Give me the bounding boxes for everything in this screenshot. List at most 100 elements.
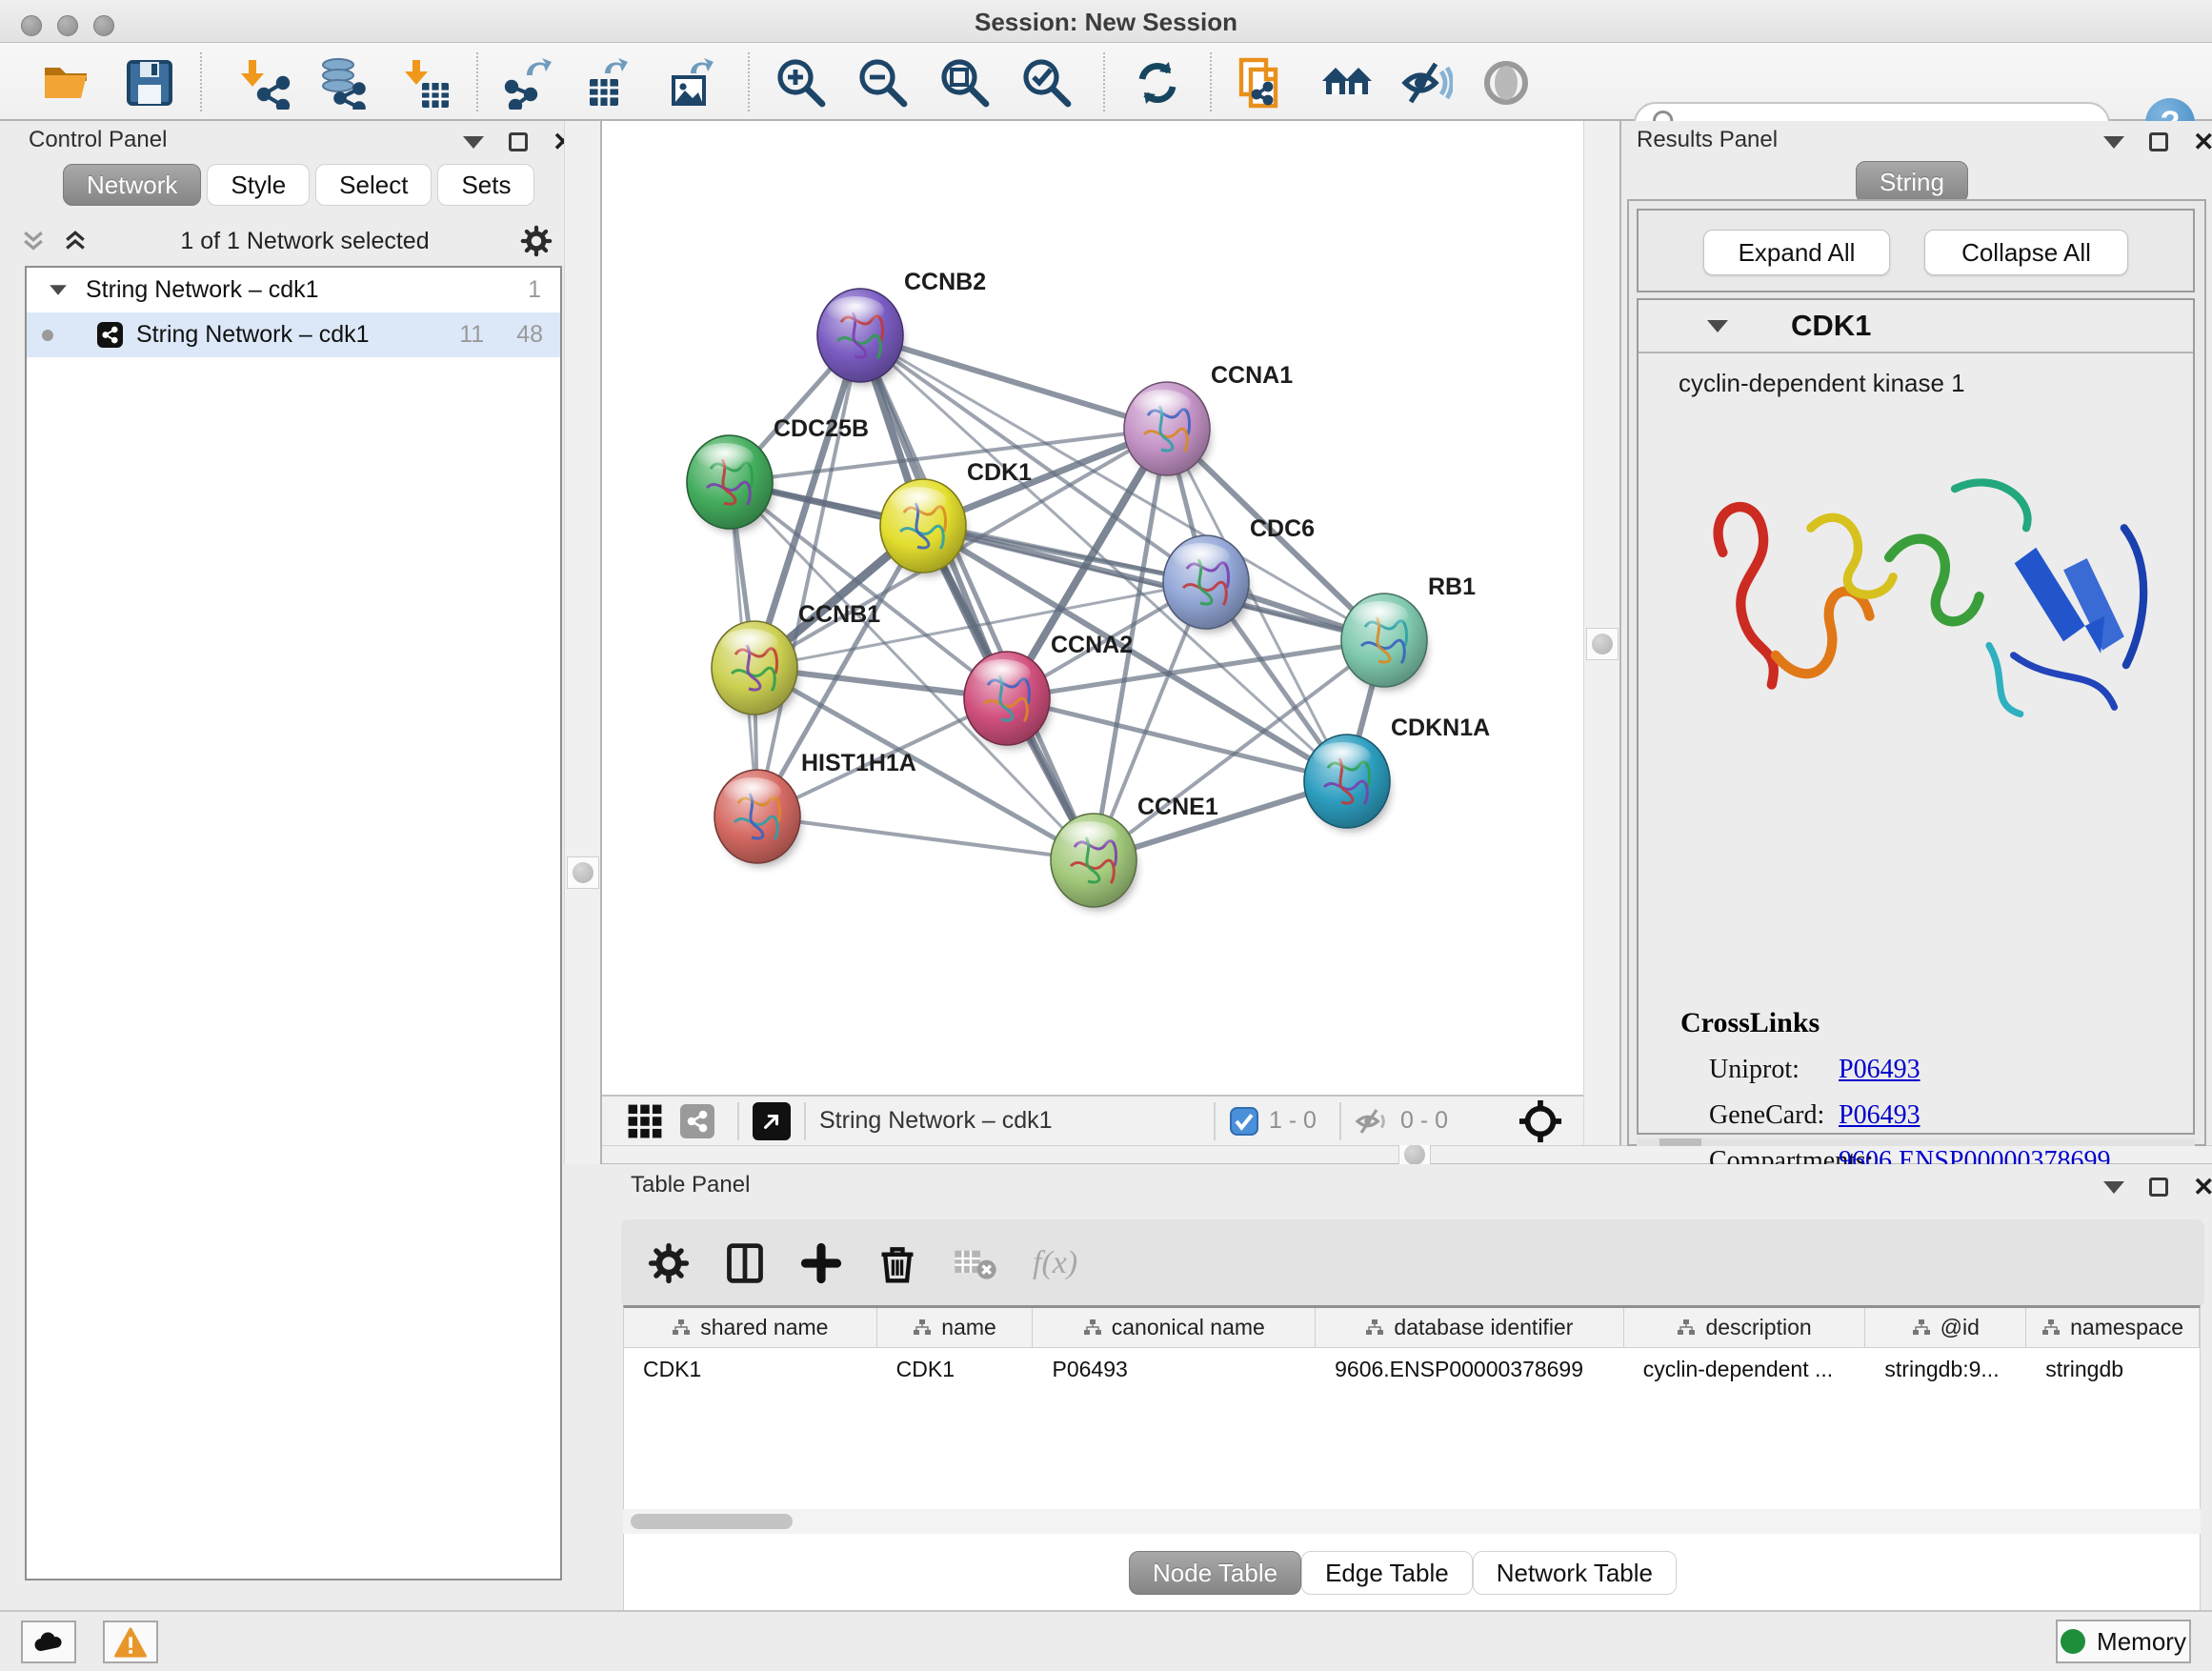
network-node-CDC25B[interactable]: CDC25B [687, 415, 869, 533]
network-edge[interactable] [860, 335, 1094, 860]
column-header[interactable]: description [1624, 1308, 1866, 1347]
zoom-in-button[interactable] [774, 55, 829, 111]
import-table-button[interactable] [396, 55, 452, 111]
selected-checkbox-icon[interactable] [1229, 1106, 1259, 1137]
column-header[interactable]: @id [1865, 1308, 2026, 1347]
network-edge[interactable] [757, 335, 860, 816]
network-view-icon[interactable] [680, 1104, 714, 1138]
gene-entry-header[interactable]: CDK1 [1639, 300, 2193, 353]
float-panel-icon[interactable] [2149, 1178, 2168, 1197]
import-network-button[interactable] [236, 55, 292, 111]
network-node-RB1[interactable]: RB1 [1341, 574, 1476, 691]
table-horizontal-scrollbar[interactable] [623, 1509, 2201, 1534]
crosslink-link[interactable]: P06493 [1839, 1100, 1920, 1131]
network-row[interactable]: String Network – cdk1 11 48 [27, 312, 560, 357]
right-splitter[interactable] [1583, 121, 1621, 1164]
network-edge[interactable] [860, 335, 1167, 429]
splitter-handle[interactable] [573, 862, 593, 883]
splitter-handle[interactable] [1592, 634, 1613, 654]
export-network-button[interactable] [499, 55, 554, 111]
network-node-CCNE1[interactable]: CCNE1 [1051, 794, 1218, 911]
table-cell[interactable]: 9606.ENSP00000378699 [1316, 1348, 1624, 1392]
cloud-status-button[interactable] [21, 1621, 76, 1663]
crosslink-link[interactable]: P06493 [1839, 1055, 1920, 1085]
expand-all-button[interactable]: Expand All [1703, 230, 1890, 275]
collapse-panel-icon[interactable] [2103, 1181, 2124, 1194]
float-panel-icon[interactable] [509, 132, 528, 151]
table-row[interactable]: CDK1CDK1P064939606.ENSP00000378699cyclin… [624, 1348, 2200, 1392]
detach-view-button[interactable] [753, 1102, 791, 1140]
crosslink-label: Uniprot: [1639, 1055, 1839, 1085]
function-builder-button[interactable]: f(x) [1033, 1245, 1077, 1281]
table-cell[interactable]: stringdb [2026, 1348, 2200, 1392]
delete-column-icon[interactable] [876, 1242, 918, 1284]
table-cell[interactable]: stringdb:9... [1865, 1348, 2026, 1392]
save-session-button[interactable] [122, 55, 177, 111]
expand-all-networks-icon[interactable] [61, 227, 90, 255]
tab-sets[interactable]: Sets [437, 164, 534, 206]
table-cell[interactable]: CDK1 [624, 1348, 877, 1392]
collapse-panel-icon[interactable] [463, 136, 484, 149]
import-network-from-database-button[interactable] [314, 55, 370, 111]
close-panel-icon[interactable]: ✕ [2193, 132, 2212, 151]
graphics-details-button[interactable] [1478, 55, 1534, 111]
hidden-eye-slash-icon[interactable] [1355, 1106, 1391, 1137]
gear-icon[interactable] [648, 1242, 690, 1284]
tree-expand-icon[interactable] [50, 285, 67, 294]
zoom-fit-button[interactable] [937, 55, 993, 111]
collapse-all-button[interactable]: Collapse All [1924, 230, 2128, 275]
close-panel-icon[interactable]: ✕ [2193, 1178, 2212, 1197]
add-column-icon[interactable] [800, 1242, 842, 1284]
memory-button[interactable]: Memory [2056, 1620, 2191, 1663]
delete-table-icon[interactable] [953, 1244, 998, 1282]
grid-view-icon[interactable] [627, 1103, 663, 1139]
network-node-CCNA1[interactable]: CCNA1 [1124, 362, 1293, 479]
export-table-button[interactable] [581, 55, 636, 111]
apply-layout-button[interactable] [1130, 55, 1185, 111]
network-node-CDKN1A[interactable]: CDKN1A [1304, 715, 1490, 832]
network-node-CCNB1[interactable]: CCNB1 [712, 601, 880, 718]
left-splitter[interactable] [564, 121, 602, 1164]
column-header[interactable]: name [877, 1308, 1034, 1347]
column-header[interactable]: namespace [2026, 1308, 2200, 1347]
warnings-button[interactable] [103, 1621, 158, 1663]
network-canvas[interactable]: CCNB2CCNA1CDC25BCDK1CDC6RB1CCNB1CCNA2CDK… [602, 121, 1583, 1095]
results-horizontal-scrollbar[interactable] [1637, 1138, 2195, 1146]
column-header-label: description [1705, 1315, 1811, 1340]
tab-string[interactable]: String [1856, 161, 1968, 203]
table-cell[interactable]: CDK1 [877, 1348, 1034, 1392]
collapse-panel-icon[interactable] [2103, 136, 2124, 149]
gear-icon[interactable] [520, 225, 553, 257]
column-header[interactable]: shared name [624, 1308, 877, 1347]
collapse-entry-icon[interactable] [1707, 320, 1728, 332]
tab-style[interactable]: Style [207, 164, 310, 206]
show-columns-icon[interactable] [724, 1242, 766, 1284]
hide-details-button[interactable] [1398, 55, 1454, 111]
expand-collapse-box: Expand All Collapse All [1637, 209, 2195, 292]
tab-network[interactable]: Network [63, 164, 201, 206]
export-image-button[interactable] [665, 55, 720, 111]
splitter-handle[interactable] [1404, 1144, 1425, 1165]
tab-node-table[interactable]: Node Table [1129, 1551, 1301, 1595]
network-edge[interactable] [757, 816, 1094, 860]
node-table[interactable]: shared namenamecanonical namedatabase id… [623, 1305, 2201, 1650]
collapse-all-networks-icon[interactable] [19, 227, 48, 255]
tab-network-table[interactable]: Network Table [1473, 1551, 1677, 1595]
float-panel-icon[interactable] [2149, 132, 2168, 151]
network-view-title: String Network – cdk1 [819, 1107, 1053, 1135]
tab-select[interactable]: Select [315, 164, 432, 206]
zoom-selected-button[interactable] [1019, 55, 1075, 111]
zoom-out-icon [856, 56, 910, 110]
network-node-HIST1H1A[interactable]: HIST1H1A [714, 750, 916, 867]
column-header[interactable]: database identifier [1316, 1308, 1624, 1347]
open-session-button[interactable] [40, 55, 95, 111]
tab-edge-table[interactable]: Edge Table [1301, 1551, 1473, 1595]
zoom-out-button[interactable] [855, 55, 911, 111]
table-cell[interactable]: P06493 [1033, 1348, 1316, 1392]
clone-network-button[interactable] [1235, 55, 1290, 111]
crosshair-icon[interactable] [1518, 1099, 1562, 1143]
string-home-button[interactable] [1319, 55, 1375, 111]
table-cell[interactable]: cyclin-dependent ... [1624, 1348, 1866, 1392]
network-collection-row[interactable]: String Network – cdk1 1 [27, 268, 560, 312]
column-header[interactable]: canonical name [1033, 1308, 1316, 1347]
